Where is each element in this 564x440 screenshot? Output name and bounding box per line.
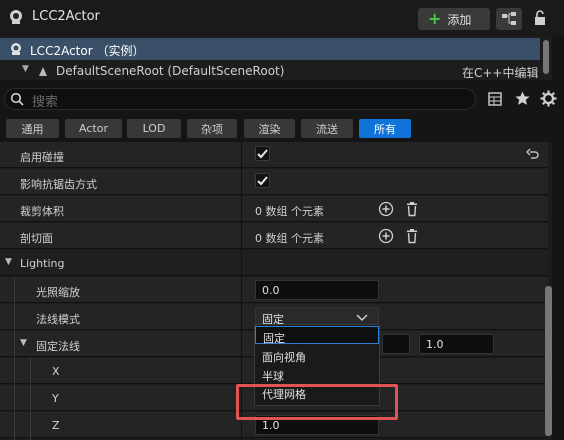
tree-item-label: DefaultSceneRoot (DefaultSceneRoot) — [56, 64, 285, 78]
aa-mode-checkbox[interactable] — [255, 173, 270, 188]
collapse-arrow-icon[interactable]: ▼ — [22, 64, 29, 74]
tree-item-status: 在C++中编辑 — [462, 66, 539, 80]
property-label: 影响抗锯齿方式 — [20, 178, 97, 191]
property-row-enable-collision: 启用碰撞 — [0, 142, 548, 168]
category-label: Lighting — [20, 257, 65, 270]
property-label: 裁剪体积 — [20, 205, 64, 218]
search-icon — [10, 92, 24, 106]
array-count: 0 数组 个元素 — [255, 205, 324, 218]
actor-icon — [10, 10, 22, 24]
property-row-aa-mode: 影响抗锯齿方式 — [0, 169, 548, 195]
fixed-normal-x-input[interactable] — [382, 334, 410, 354]
tab-actor[interactable]: Actor — [65, 119, 122, 138]
add-element-icon[interactable] — [378, 201, 394, 217]
property-label: Y — [52, 392, 59, 405]
property-row-light-scale: 光照缩放 0.0 — [0, 277, 548, 303]
enable-collision-checkbox[interactable] — [255, 146, 270, 161]
menu-item-fixed[interactable]: 固定 — [255, 326, 379, 345]
expand-arrow-icon[interactable]: ▼ — [20, 338, 27, 348]
actor-title: LCC2Actor — [32, 9, 100, 24]
indent-guide — [30, 358, 31, 440]
checkmark-icon — [257, 176, 268, 186]
search-input[interactable] — [4, 88, 476, 110]
menu-item-hemisphere[interactable]: 半球 — [255, 365, 379, 383]
expand-arrow-icon[interactable]: ▼ — [5, 257, 12, 267]
property-label: 剖切面 — [20, 232, 53, 245]
property-label: 法线模式 — [36, 313, 80, 326]
array-count: 0 数组 个元素 — [255, 232, 324, 245]
indent-guide — [14, 277, 15, 440]
details-scrollbar[interactable] — [545, 286, 552, 436]
menu-item-face-camera[interactable]: 面向视角 — [255, 346, 379, 364]
details-header: LCC2Actor + 添加 — [0, 0, 564, 36]
blueprint-button[interactable] — [496, 8, 522, 30]
property-label: 光照缩放 — [36, 286, 80, 299]
star-icon[interactable] — [514, 90, 531, 107]
gear-icon[interactable] — [540, 90, 557, 107]
tree-scrollbar[interactable] — [543, 40, 549, 74]
tree-item-selected[interactable]: LCC2Actor （实例） — [0, 38, 540, 60]
table-view-icon[interactable] — [487, 91, 503, 107]
property-label: Z — [52, 419, 60, 432]
property-label: X — [52, 365, 60, 378]
tab-streaming[interactable]: 流送 — [301, 119, 353, 138]
tab-all[interactable]: 所有 — [359, 119, 411, 138]
tab-misc[interactable]: 杂项 — [187, 119, 237, 138]
tab-general[interactable]: 通用 — [6, 119, 59, 138]
add-component-button[interactable]: + 添加 — [418, 8, 490, 30]
tree-item-label: LCC2Actor （实例） — [30, 44, 145, 58]
search-placeholder: 搜索 — [32, 95, 59, 110]
add-element-icon[interactable] — [378, 228, 394, 244]
light-scale-input[interactable]: 0.0 — [255, 280, 379, 300]
scene-root-icon — [39, 67, 47, 76]
tab-rendering[interactable]: 渲染 — [244, 119, 295, 138]
annotation-highlight — [236, 384, 398, 420]
category-lighting[interactable]: ▼ Lighting — [0, 250, 548, 276]
reset-arrow-icon[interactable] — [526, 147, 540, 161]
trash-icon[interactable] — [404, 228, 420, 244]
property-label: 固定法线 — [36, 340, 80, 353]
property-row-cut-plane: 剖切面 0 数组 个元素 — [0, 223, 548, 249]
property-label: 启用碰撞 — [20, 151, 64, 164]
lock-icon[interactable] — [532, 10, 548, 26]
add-label: 添加 — [447, 12, 472, 27]
property-row-clip-volume: 裁剪体积 0 数组 个元素 — [0, 196, 548, 222]
tree-item-root[interactable]: ▼ DefaultSceneRoot (DefaultSceneRoot) 在C… — [0, 62, 540, 80]
hierarchy-icon — [502, 12, 516, 25]
fixed-normal-extra-input[interactable]: 1.0 — [419, 334, 494, 354]
trash-icon[interactable] — [404, 201, 420, 217]
actor-icon — [11, 43, 21, 55]
chevron-down-icon — [356, 314, 368, 322]
plus-icon: + — [428, 9, 442, 28]
checkmark-icon — [257, 149, 268, 159]
tab-lod[interactable]: LOD — [127, 119, 181, 138]
